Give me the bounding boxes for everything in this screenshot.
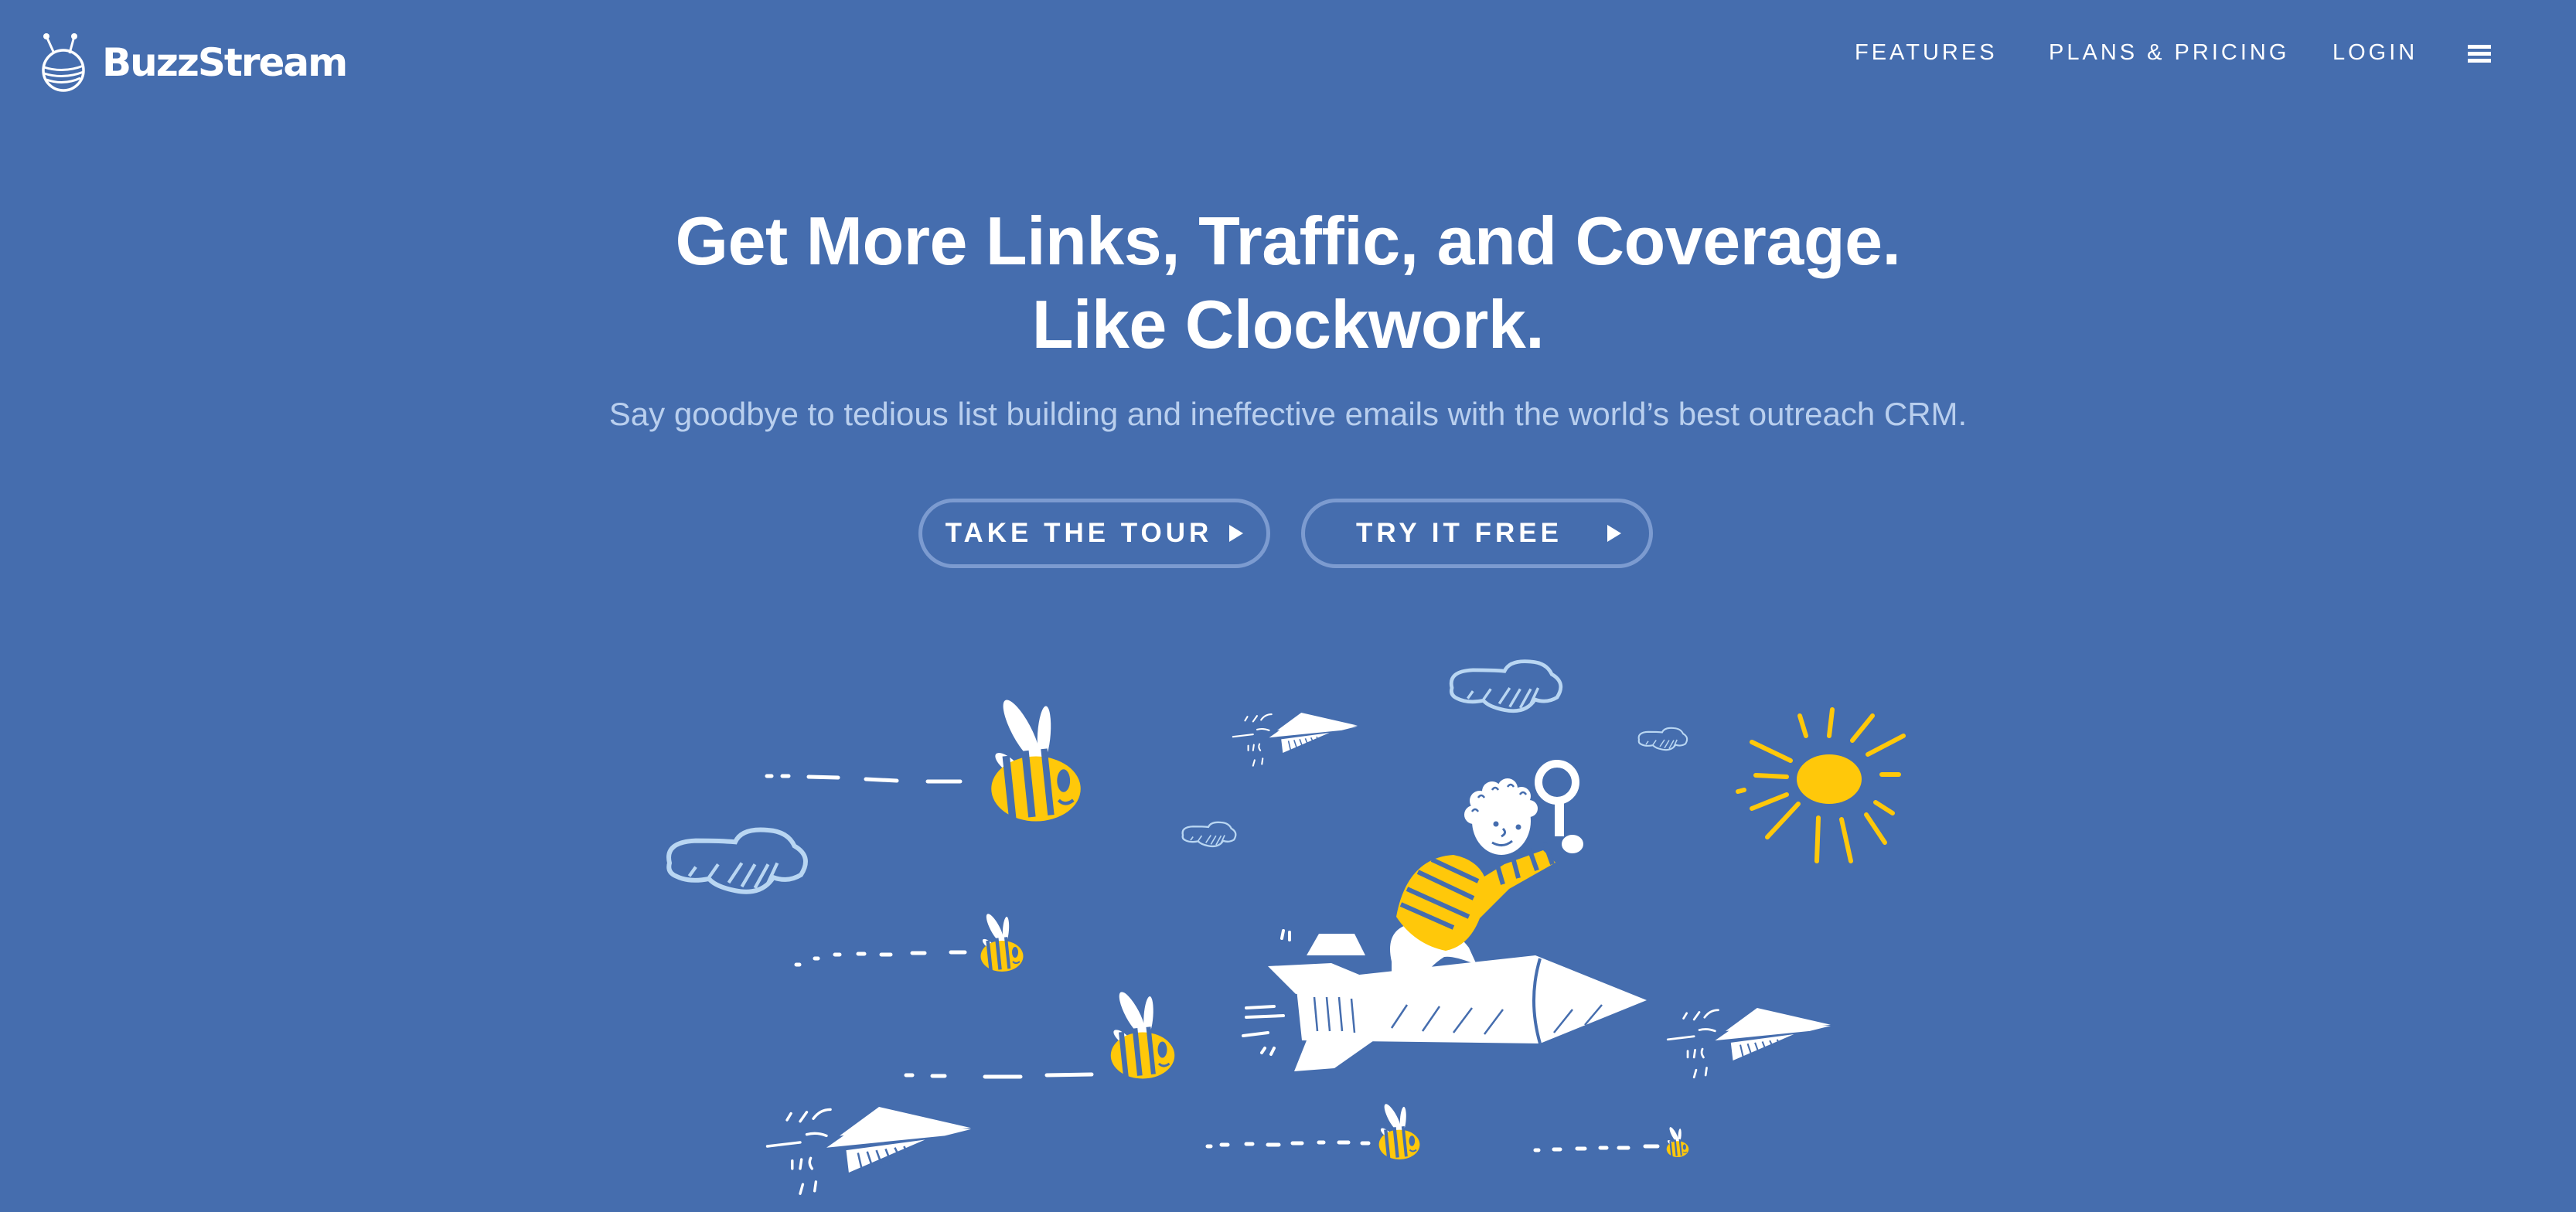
nav-plans-pricing-link[interactable]: PLANS & PRICING (2049, 40, 2289, 66)
nav-features-link[interactable]: FEATURES (1855, 40, 1998, 66)
hamburger-menu-icon[interactable] (2468, 45, 2491, 65)
boy-character (1384, 778, 1583, 997)
paper-plane-bottom-left (765, 1105, 973, 1195)
bee-bottom (1378, 1101, 1421, 1160)
paper-plane-top (1232, 711, 1359, 767)
rocket (1242, 929, 1647, 1071)
bee-mid (1109, 987, 1176, 1080)
cloud-small-1 (1181, 821, 1237, 848)
magnifying-glass-icon (1535, 760, 1579, 836)
try-it-free-label: TRY IT FREE (1356, 518, 1562, 548)
hero-illustration (0, 0, 1906, 1195)
hero-subheadline: Say goodbye to tedious list building and… (608, 396, 1968, 432)
cloud-left (669, 829, 806, 891)
bee-mid-left (980, 911, 1024, 972)
headline-line-2: Like Clockwork. (1031, 286, 1545, 363)
cloud-small-2 (1637, 727, 1688, 751)
take-the-tour-button[interactable]: TAKE THE TOUR (918, 499, 1270, 568)
hero-headline: Get More Links, Traffic, and Coverage. L… (0, 199, 2576, 366)
bee-large (991, 696, 1081, 821)
main-nav: FEATURES PLANS & PRICING LOGIN (0, 36, 2576, 74)
play-triangle-icon (1229, 525, 1244, 542)
cloud-top (1451, 662, 1561, 711)
bee-tiny (1666, 1125, 1689, 1158)
headline-line-1: Get More Links, Traffic, and Coverage. (675, 203, 1901, 279)
nav-login-link[interactable]: LOGIN (2332, 40, 2418, 66)
sun (1736, 707, 1906, 863)
play-triangle-icon (1607, 525, 1621, 542)
paper-plane-right (1666, 1006, 1832, 1079)
try-it-free-button[interactable]: TRY IT FREE (1301, 499, 1653, 568)
take-the-tour-label: TAKE THE TOUR (945, 518, 1213, 548)
